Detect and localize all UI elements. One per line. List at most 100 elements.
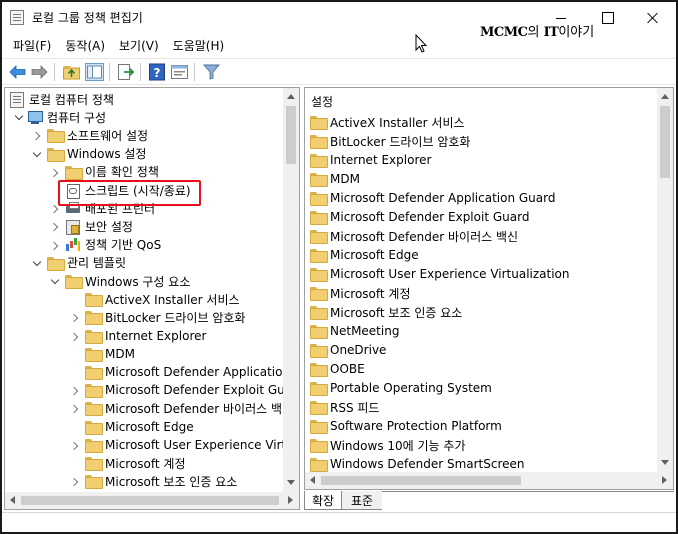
forward-arrow-icon[interactable]	[30, 63, 49, 81]
tree-node[interactable]: 소프트웨어 설정	[47, 126, 148, 144]
menu-action[interactable]: 동작(A)	[58, 35, 112, 56]
tree-node[interactable]: 컴퓨터 구성	[27, 108, 106, 126]
close-button[interactable]	[630, 2, 676, 33]
tab-extended[interactable]: 확장	[304, 491, 342, 510]
menu-file[interactable]: 파일(F)	[6, 35, 58, 56]
list-item[interactable]: MDM	[310, 170, 360, 188]
tab-standard[interactable]: 표준	[342, 491, 382, 510]
properties-icon[interactable]	[170, 63, 189, 81]
scroll-up-arrow-icon[interactable]	[287, 94, 295, 99]
list-item[interactable]: NetMeeting	[310, 322, 399, 340]
tree-node[interactable]: Microsoft 계정	[85, 454, 186, 472]
list-item-label: Windows 10에 기능 추가	[330, 438, 466, 453]
tree-node[interactable]: Microsoft Defender Exploit Guar	[85, 381, 297, 399]
tree-node[interactable]: Internet Explorer	[85, 327, 206, 345]
list-horizontal-scrollbar[interactable]	[305, 472, 673, 489]
tree-node[interactable]: 로컬 컴퓨터 정책	[9, 90, 114, 108]
tree-node[interactable]: 정책 기반 QoS	[65, 236, 161, 254]
tree-node[interactable]: BitLocker 드라이브 암호화	[85, 308, 245, 326]
list-vscroll-thumb[interactable]	[660, 106, 670, 178]
expand-chevron-icon[interactable]	[71, 386, 81, 396]
list-item[interactable]: Microsoft 보조 인증 요소	[310, 303, 462, 321]
menu-view[interactable]: 보기(V)	[112, 35, 166, 56]
export-list-icon[interactable]	[116, 63, 135, 81]
tree-hscroll-thumb[interactable]	[21, 496, 279, 505]
tree-node[interactable]: 보안 설정	[65, 217, 133, 235]
list-item[interactable]: Microsoft 계정	[310, 284, 411, 302]
list-item[interactable]: OOBE	[310, 360, 365, 378]
scroll-right-arrow-icon[interactable]	[288, 496, 293, 504]
folder-icon	[65, 275, 83, 289]
tree-node-label: 소프트웨어 설정	[67, 128, 149, 143]
tree-node[interactable]: Microsoft Edge	[85, 418, 194, 436]
list-item[interactable]: Microsoft Defender Application Guard	[310, 189, 555, 207]
expand-chevron-icon[interactable]	[71, 477, 81, 487]
scroll-down-arrow-icon[interactable]	[287, 480, 295, 485]
list-item[interactable]: Microsoft Defender Exploit Guard	[310, 208, 529, 226]
list-item[interactable]: RSS 피드	[310, 398, 379, 416]
list-item[interactable]: Microsoft Defender 바이러스 백신	[310, 227, 518, 245]
list-item[interactable]: BitLocker 드라이브 암호화	[310, 132, 470, 150]
tree-node[interactable]: Microsoft User Experience Virtua	[85, 436, 299, 454]
expand-chevron-icon[interactable]	[71, 332, 81, 342]
list-item[interactable]: Windows 10에 기능 추가	[310, 436, 465, 454]
scroll-up-arrow-icon[interactable]	[661, 94, 669, 99]
tree-node[interactable]: Microsoft Defender Application	[85, 363, 290, 381]
scroll-left-arrow-icon[interactable]	[310, 476, 315, 484]
tree-node-label: Microsoft Defender 바이러스 백	[105, 401, 283, 416]
collapse-chevron-icon[interactable]	[33, 150, 43, 160]
collapse-chevron-icon[interactable]	[15, 113, 25, 123]
folder-icon	[310, 420, 328, 434]
list-item[interactable]: Internet Explorer	[310, 151, 431, 169]
folder-icon	[85, 366, 103, 380]
tree-node[interactable]: 이름 확인 정책	[65, 163, 159, 181]
list-item[interactable]: Windows Defender SmartScreen	[310, 455, 525, 473]
expand-chevron-icon[interactable]	[51, 222, 61, 232]
expand-chevron-icon[interactable]	[71, 313, 81, 323]
show-hide-tree-icon[interactable]	[85, 63, 104, 81]
tree-vscroll-thumb[interactable]	[286, 106, 296, 164]
expand-chevron-icon[interactable]	[71, 441, 81, 451]
settings-list-pane[interactable]: 설정 ActiveX Installer 서비스 BitLocker 드라이브 암…	[304, 87, 674, 490]
tree-pane[interactable]: 로컬 컴퓨터 정책 컴퓨터 구성소프트웨어 설정 Windows 설정 이름 확인 정…	[4, 87, 300, 510]
tree-node[interactable]: Microsoft 보조 인증 요소	[85, 472, 237, 490]
expand-chevron-icon[interactable]	[51, 168, 61, 178]
list-item[interactable]: ActiveX Installer 서비스	[310, 113, 465, 131]
menu-help[interactable]: 도움말(H)	[166, 35, 232, 56]
collapse-chevron-icon[interactable]	[51, 277, 61, 287]
tree-node[interactable]: ActiveX Installer 서비스	[85, 290, 240, 308]
folder-icon	[85, 311, 103, 326]
list-item[interactable]: Software Protection Platform	[310, 417, 502, 435]
expand-chevron-icon[interactable]	[71, 404, 81, 414]
list-item-label: BitLocker 드라이브 암호화	[330, 134, 471, 149]
list-hscroll-thumb[interactable]	[321, 476, 521, 485]
list-vertical-scrollbar[interactable]	[657, 88, 673, 472]
list-item[interactable]: Microsoft User Experience Virtualization	[310, 265, 570, 283]
up-folder-icon[interactable]	[62, 63, 81, 81]
expand-chevron-icon[interactable]	[51, 241, 61, 251]
collapse-chevron-icon[interactable]	[33, 259, 43, 269]
list-item-label: Microsoft 보조 인증 요소	[330, 305, 463, 320]
scroll-down-arrow-icon[interactable]	[661, 460, 669, 465]
tree-node[interactable]: Windows 설정	[47, 145, 146, 163]
tree-node[interactable]: Microsoft Defender 바이러스 백	[85, 399, 282, 417]
tree-horizontal-scrollbar[interactable]	[5, 492, 299, 509]
maximize-button[interactable]	[584, 2, 630, 33]
list-item[interactable]: Portable Operating System	[310, 379, 492, 397]
highlight-annotation-box	[58, 180, 201, 206]
list-item[interactable]: Microsoft Edge	[310, 246, 419, 264]
tree-vertical-scrollbar[interactable]	[283, 88, 299, 492]
back-arrow-icon[interactable]	[8, 63, 27, 81]
tree-node[interactable]: Windows 구성 요소	[65, 272, 190, 290]
filter-icon[interactable]	[202, 63, 221, 81]
help-icon[interactable]: ?	[148, 63, 167, 81]
tree-node[interactable]: 관리 템플릿	[47, 254, 126, 272]
folder-icon	[310, 154, 328, 168]
tree-node[interactable]: MDM	[85, 345, 135, 363]
scroll-left-arrow-icon[interactable]	[10, 496, 15, 504]
expand-chevron-icon[interactable]	[33, 131, 43, 141]
minimize-button[interactable]	[538, 2, 584, 33]
list-item[interactable]: OneDrive	[310, 341, 386, 359]
scroll-right-arrow-icon[interactable]	[662, 476, 667, 484]
settings-column-header[interactable]: 설정	[311, 93, 333, 110]
